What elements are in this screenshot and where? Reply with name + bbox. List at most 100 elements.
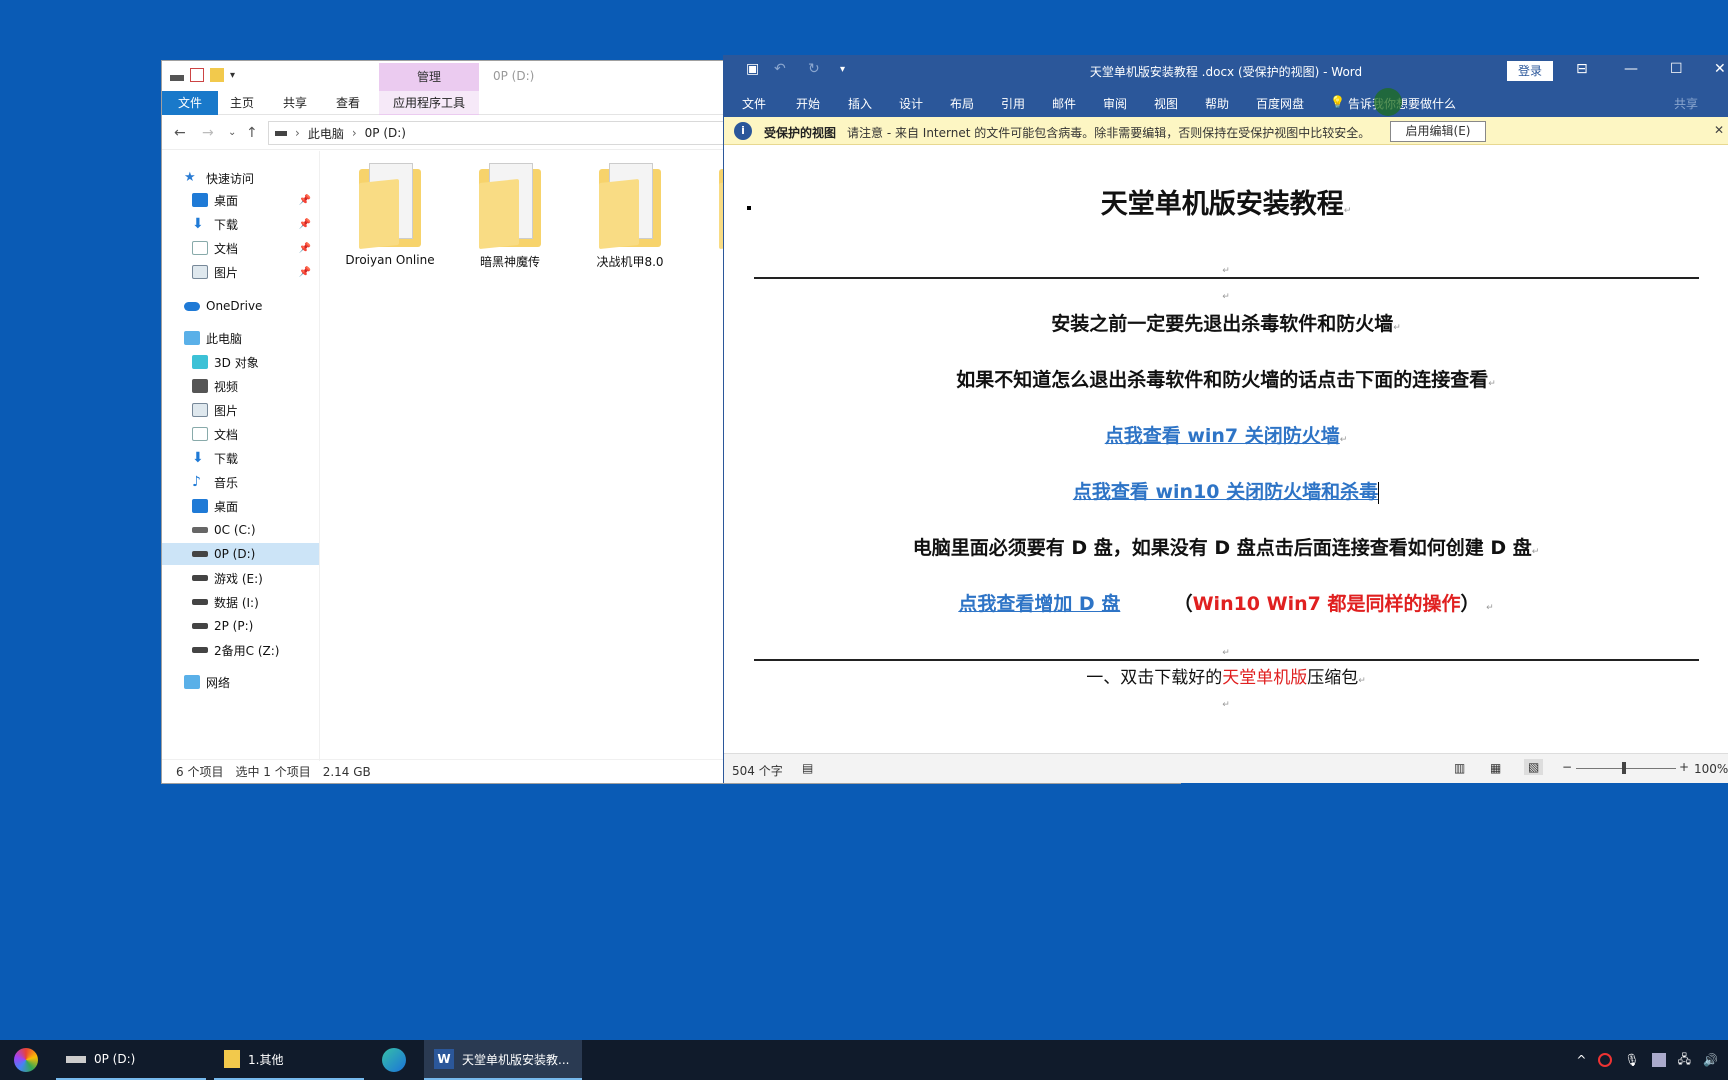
- record-icon[interactable]: [1598, 1053, 1613, 1067]
- tab-review[interactable]: 审阅: [1103, 95, 1127, 112]
- close-icon[interactable]: ✕: [1714, 123, 1724, 137]
- nav-pictures-pinned[interactable]: 图片 📌: [162, 261, 319, 283]
- taskbar: 0P (D:) 1.其他 W 天堂单机版安装教... ^ 🎙 🖧 🔊: [0, 1040, 1728, 1080]
- properties-icon[interactable]: [190, 68, 204, 82]
- drive-icon[interactable]: [170, 75, 184, 81]
- nav-drive-d[interactable]: 0P (D:): [162, 543, 319, 565]
- microphone-icon[interactable]: 🎙: [1624, 1053, 1639, 1067]
- taskbar-folder-other[interactable]: 1.其他: [214, 1040, 364, 1080]
- app-tray-icon[interactable]: [1651, 1053, 1666, 1067]
- nav-downloads-pinned[interactable]: ⬇ 下载 📌: [162, 213, 319, 235]
- chevron-up-icon[interactable]: ^: [1576, 1053, 1586, 1067]
- nav-3d-objects[interactable]: 3D 对象: [162, 351, 319, 373]
- nav-music[interactable]: ♪ 音乐: [162, 471, 319, 493]
- folder-icon: [479, 163, 541, 250]
- doc-step-one: 一、双击下载好的天堂单机版压缩包↵: [1086, 668, 1366, 688]
- zoom-level[interactable]: 100%: [1694, 762, 1728, 776]
- doc-line-howto: 如果不知道怎么退出杀毒软件和防火墙的话点击下面的连接查看↵: [956, 369, 1496, 391]
- breadcrumb-this-pc[interactable]: 此电脑: [308, 125, 344, 142]
- back-arrow-icon[interactable]: ←: [174, 125, 186, 141]
- document-canvas[interactable]: 天堂单机版安装教程↵ ↵ ↵ 安装之前一定要先退出杀毒软件和防火墙↵ 如果不知道…: [724, 146, 1728, 753]
- breadcrumb-separator-icon: ›: [351, 126, 357, 140]
- enable-editing-button[interactable]: 启用编辑(E): [1390, 121, 1486, 142]
- word-count[interactable]: 504 个字: [732, 762, 783, 779]
- maximize-icon[interactable]: ☐: [1670, 61, 1683, 77]
- print-layout-icon[interactable]: ▦: [1490, 761, 1501, 775]
- breadcrumb-drive-d[interactable]: 0P (D:): [365, 126, 406, 140]
- nav-videos[interactable]: 视频: [162, 375, 319, 397]
- taskbar-word-document[interactable]: W 天堂单机版安装教...: [424, 1040, 582, 1080]
- link-win7-firewall[interactable]: 点我查看 win7 关闭防火墙: [1105, 425, 1340, 447]
- nav-desktop[interactable]: 桌面: [162, 495, 319, 517]
- desktop-icon: [192, 499, 208, 513]
- ribbon-display-options-icon[interactable]: ⊟: [1576, 61, 1588, 77]
- nav-pictures[interactable]: 图片: [162, 399, 319, 421]
- tab-app-tools[interactable]: 应用程序工具: [379, 91, 479, 115]
- zoom-slider[interactable]: [1576, 768, 1676, 769]
- star-icon: ★: [184, 170, 196, 185]
- tab-file[interactable]: 文件: [742, 95, 766, 112]
- tab-layout[interactable]: 布局: [950, 95, 974, 112]
- tab-baidu-netdisk[interactable]: 百度网盘: [1256, 95, 1304, 112]
- word-titlebar: ▣ ↶ ↻ ▾ 天堂单机版安装教程 .docx (受保护的视图) - Word …: [724, 55, 1728, 87]
- nav-onedrive[interactable]: OneDrive: [162, 295, 319, 317]
- proofing-icon[interactable]: ▤: [802, 761, 813, 775]
- up-arrow-icon[interactable]: ↑: [246, 125, 258, 141]
- zoom-slider-thumb[interactable]: [1622, 762, 1626, 774]
- doc-line-antivirus: 安装之前一定要先退出杀毒软件和防火墙↵: [1051, 313, 1401, 335]
- network-icon[interactable]: 🖧: [1678, 1050, 1691, 1071]
- nav-drive-i[interactable]: 数据 (I:): [162, 591, 319, 613]
- close-icon[interactable]: ✕: [1714, 61, 1726, 77]
- tab-view[interactable]: 视图: [1154, 95, 1178, 112]
- new-folder-icon[interactable]: [210, 68, 224, 82]
- tab-references[interactable]: 引用: [1001, 95, 1025, 112]
- nav-network[interactable]: 网络: [162, 671, 319, 693]
- web-layout-icon[interactable]: ▧: [1524, 759, 1544, 775]
- link-win10-firewall[interactable]: 点我查看 win10 关闭防火墙和杀毒: [1073, 481, 1378, 503]
- login-button[interactable]: 登录: [1507, 61, 1553, 81]
- tab-home[interactable]: 开始: [796, 95, 820, 112]
- tab-home[interactable]: 主页: [220, 91, 264, 115]
- text-cursor: [1378, 481, 1380, 504]
- recent-dropdown-icon[interactable]: ⌄: [228, 127, 236, 138]
- folder-item[interactable]: Droiyan Online: [340, 163, 440, 267]
- read-mode-icon[interactable]: ▥: [1454, 761, 1465, 775]
- nav-drive-z[interactable]: 2备用C (Z:): [162, 639, 319, 661]
- nav-drive-e[interactable]: 游戏 (E:): [162, 567, 319, 589]
- link-add-dpan[interactable]: 点我查看增加 D 盘: [958, 593, 1120, 615]
- navigation-pane: ★ 快速访问 桌面 📌 ⬇ 下载 📌 文档 📌 图片 📌 OneDrive 此电…: [162, 151, 320, 761]
- tab-share[interactable]: 共享: [273, 91, 317, 115]
- pin-icon: 📌: [298, 218, 311, 230]
- forward-arrow-icon[interactable]: →: [202, 125, 214, 141]
- start-app-icon[interactable]: [4, 1040, 48, 1080]
- taskbar-explorer-drive-d[interactable]: 0P (D:): [56, 1040, 206, 1080]
- tab-help[interactable]: 帮助: [1205, 95, 1229, 112]
- tab-file[interactable]: 文件: [162, 91, 218, 115]
- share-button[interactable]: 共享: [1674, 95, 1698, 112]
- empty-paragraph: ↵: [1222, 648, 1230, 658]
- manage-context-tab[interactable]: 管理: [379, 63, 479, 91]
- tab-design[interactable]: 设计: [899, 95, 923, 112]
- nav-downloads[interactable]: ⬇ 下载: [162, 447, 319, 469]
- nav-documents[interactable]: 文档: [162, 423, 319, 445]
- edge-browser-icon[interactable]: [372, 1040, 416, 1080]
- tab-view[interactable]: 查看: [326, 91, 370, 115]
- zoom-in-icon[interactable]: +: [1679, 760, 1689, 774]
- tab-mailings[interactable]: 邮件: [1052, 95, 1076, 112]
- tell-me-search[interactable]: 告诉我你想要做什么: [1348, 95, 1456, 112]
- minimize-icon[interactable]: —: [1624, 61, 1638, 77]
- zoom-out-icon[interactable]: −: [1562, 760, 1572, 774]
- nav-this-pc[interactable]: 此电脑: [162, 327, 319, 349]
- nav-drive-c[interactable]: 0C (C:): [162, 519, 319, 541]
- folder-item[interactable]: 决战机甲8.0: [580, 163, 680, 270]
- folder-item[interactable]: 暗黑神魔传: [460, 163, 560, 270]
- nav-quick-access[interactable]: ★ 快速访问: [162, 167, 319, 189]
- cube-icon: [192, 355, 208, 369]
- nav-desktop-pinned[interactable]: 桌面 📌: [162, 189, 319, 211]
- tab-insert[interactable]: 插入: [848, 95, 872, 112]
- speaker-icon[interactable]: 🔊: [1703, 1053, 1718, 1067]
- nav-documents-pinned[interactable]: 文档 📌: [162, 237, 319, 259]
- horizontal-rule: [754, 277, 1699, 279]
- chevron-down-icon[interactable]: ▾: [230, 70, 235, 81]
- nav-drive-p[interactable]: 2P (P:): [162, 615, 319, 637]
